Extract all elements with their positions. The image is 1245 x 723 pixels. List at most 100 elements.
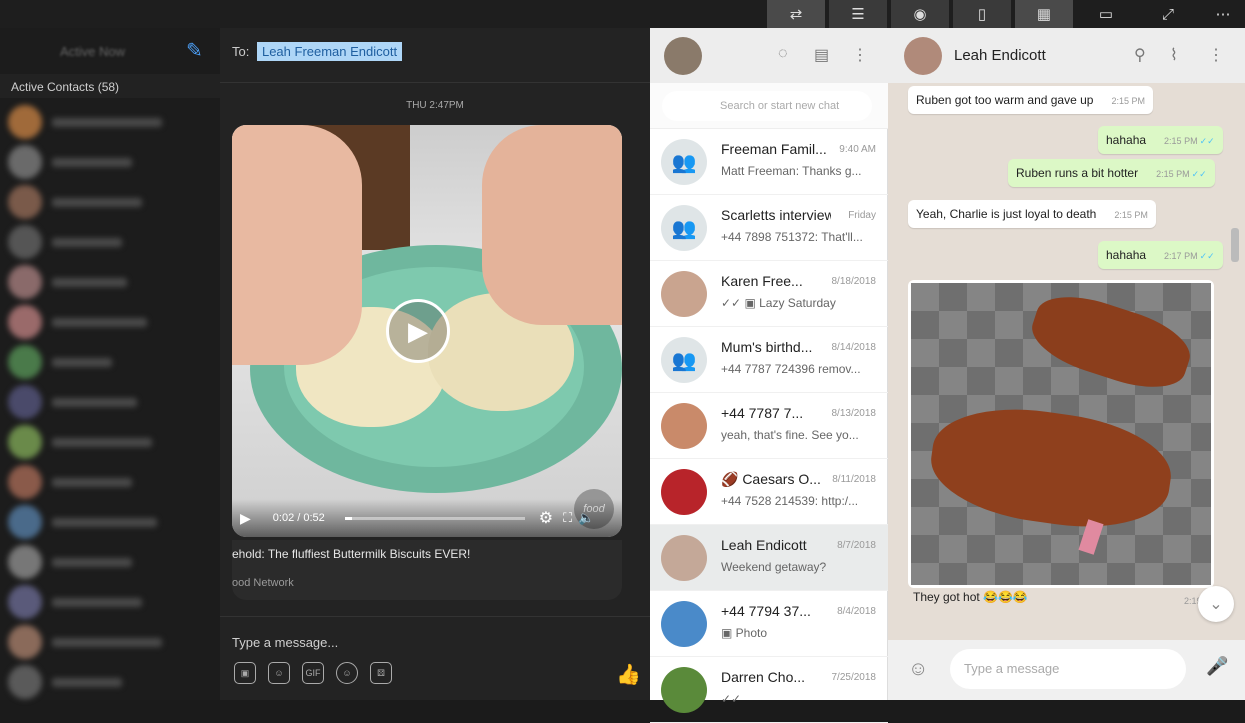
contact-name[interactable]: Leah Endicott [954,47,1046,64]
divider [220,616,650,617]
chat-list-item[interactable]: 👥 Scarletts interview Friday +44 7898 75137… [650,195,888,261]
gallery-icon[interactable]: ▣ [234,662,256,684]
volume-icon[interactable]: 🔈 [578,510,594,526]
contact-item[interactable] [8,104,208,140]
menu-icon[interactable]: ⋮ [1208,45,1224,65]
chat-date: 8/4/2018 [837,606,876,617]
chat-name: Freeman Famil... [721,141,827,157]
message-bubble[interactable]: Ruben runs a bit hotter 2:15 PM ✓✓ [1008,159,1215,187]
contact-item[interactable] [8,544,208,580]
search-area: ⚲ Search or start new chat [650,83,888,129]
avatar [661,535,707,581]
expand-icon[interactable]: ⤢ [1139,0,1197,28]
more-icon[interactable]: ⋯ [1194,0,1245,28]
contact-item[interactable] [8,664,208,700]
group-avatar-icon: 👥 [661,337,707,383]
window-icon[interactable]: ▭ [1077,0,1135,28]
chat-list-item[interactable]: +44 7787 7... 8/13/2018 yeah, that's fine.… [650,393,888,459]
contact-item[interactable] [8,344,208,380]
contacts-list-icon[interactable]: ☰ [829,0,887,28]
photo-message[interactable]: They got hot 😂😂😂 2:19 P [908,280,1214,606]
video-caption-card[interactable]: ehold: The fluffiest Buttermilk Biscuits… [232,540,622,600]
conversation-header: Leah Endicott ⚲ ⌇ ⋮ [888,28,1245,83]
to-label: To: [232,44,250,59]
settings-icon[interactable]: ⚙ [539,508,553,528]
chat-list-item[interactable]: Leah Endicott 8/7/2018 Weekend getaway? [650,525,888,591]
dog-figure [1024,283,1198,401]
microphone-icon[interactable]: 🎤 [1206,656,1228,677]
layout-split-icon[interactable]: ▦ [1015,0,1073,28]
message-time: 2:15 PM [1114,210,1148,220]
video-progress-bar[interactable] [344,516,525,520]
contact-item[interactable] [8,464,208,500]
avatar[interactable] [904,37,942,75]
menu-icon[interactable]: ⋮ [852,45,868,65]
chat-list-item[interactable]: +44 7794 37... 8/4/2018 ▣ Photo [650,591,888,657]
play-small-icon[interactable]: ▶ [240,510,251,527]
sidebar-title: Active Now [60,44,126,59]
contact-item[interactable] [8,424,208,460]
message-input[interactable]: Type a message [950,649,1186,689]
contact-item[interactable] [8,224,208,260]
message-bubble[interactable]: Yeah, Charlie is just loyal to death 2:15… [908,200,1156,228]
chat-list-item[interactable]: 👥 Mum's birthd... 8/14/2018 +44 7787 724396… [650,327,888,393]
scrollbar[interactable] [1231,228,1239,262]
contact-item[interactable] [8,184,208,220]
play-icon[interactable]: ▶ [386,299,450,363]
message-bubble[interactable]: hahaha 2:17 PM ✓✓ [1098,241,1223,269]
chat-preview: Weekend getaway? [721,560,827,574]
status-icon[interactable]: ◌ [778,45,788,63]
gif-icon[interactable]: GIF [302,662,324,684]
emoji-icon[interactable]: ☺ [908,658,928,681]
message-text: Ruben runs a bit hotter [1016,166,1139,180]
chat-list-item[interactable]: 👥 Freeman Famil... 9:40 AM Matt Freeman: Th… [650,129,888,195]
contact-item[interactable] [8,624,208,660]
view-icon[interactable]: ◉ [891,0,949,28]
chat-list-item[interactable]: Darren Cho... 7/25/2018 ✓✓ [650,657,888,723]
video-message[interactable]: ▶ food ▶ 0:02 / 0:52 ⚙ ⛶ 🔈 [232,125,622,537]
chat-name: Mum's birthd... [721,339,813,355]
message-timestamp: THU 2:47PM [406,100,464,111]
emoji-icon[interactable]: ☺ [336,662,358,684]
chat-list-item[interactable]: Karen Free... 8/18/2018 ✓✓ ▣ Lazy Saturday [650,261,888,327]
message-input[interactable]: Type a message... [232,635,338,650]
avatar[interactable] [664,37,702,75]
divider [220,82,650,83]
chat-name: +44 7787 7... [721,405,804,421]
chat-date: 7/25/2018 [831,672,877,683]
contact-item[interactable] [8,584,208,620]
avatar [661,271,707,317]
recipient-chip[interactable]: Leah Freeman Endicott [256,42,403,61]
video-hand [232,125,362,365]
read-receipt-icon: ✓✓ [1199,136,1215,146]
contact-item[interactable] [8,264,208,300]
swap-icon[interactable]: ⇄ [767,0,825,28]
read-receipt-icon: ✓✓ [1199,251,1215,261]
compose-icon[interactable]: ✎ [186,38,212,64]
message-bubble[interactable]: Ruben got too warm and gave up 2:15 PM [908,86,1153,114]
contact-item[interactable] [8,384,208,420]
new-chat-icon[interactable]: ▤ [814,45,829,65]
message-time: 2:15 PM [1164,136,1198,146]
fullscreen-icon[interactable]: ⛶ [563,510,572,526]
message-bubble[interactable]: hahaha 2:15 PM ✓✓ [1098,126,1223,154]
contact-item[interactable] [8,504,208,540]
search-input[interactable]: Search or start new chat [662,91,872,121]
chat-date: 8/18/2018 [831,276,877,287]
chat-preview: +44 7787 724396 remov... [721,362,861,376]
layout-single-icon[interactable]: ▯ [953,0,1011,28]
game-icon[interactable]: ⚄ [370,662,392,684]
search-icon[interactable]: ⚲ [1134,45,1146,65]
contact-item[interactable] [8,304,208,340]
video-controls: ▶ 0:02 / 0:52 ⚙ ⛶ 🔈 [232,499,622,537]
message-text: Ruben got too warm and gave up [916,93,1094,107]
avatar [661,469,707,515]
like-icon[interactable]: 👍 [616,662,641,687]
photo-image[interactable] [911,283,1211,585]
sticker-icon[interactable]: ☺ [268,662,290,684]
attach-icon[interactable]: ⌇ [1170,45,1178,65]
active-contacts-header: Active Contacts (58) [0,74,220,98]
chat-list-item[interactable]: 🏈 Caesars O... 8/11/2018 +44 7528 214539: … [650,459,888,525]
scroll-down-icon[interactable]: ⌄ [1198,586,1234,622]
contact-item[interactable] [8,144,208,180]
